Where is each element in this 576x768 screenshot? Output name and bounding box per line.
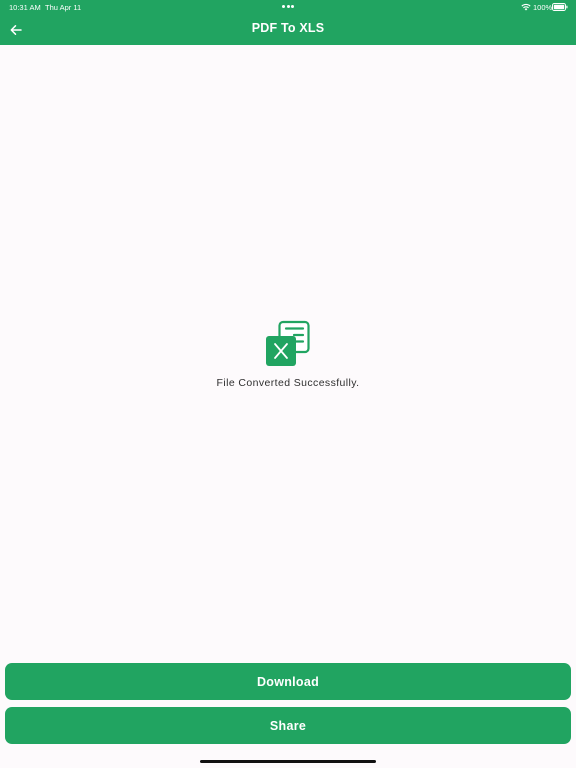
multitasking-dots-icon[interactable] [282, 5, 296, 9]
xls-file-icon [266, 320, 310, 366]
battery-icon [552, 3, 568, 11]
conversion-result: File Converted Successfully. [0, 320, 576, 389]
wifi-icon [521, 4, 531, 11]
home-indicator[interactable] [200, 760, 376, 763]
status-bar: 10:31 AM Thu Apr 11 100% [0, 0, 576, 14]
app-header: 10:31 AM Thu Apr 11 100% PDF To XLS [0, 0, 576, 45]
battery-percentage: 100% [533, 3, 553, 12]
screen: 10:31 AM Thu Apr 11 100% PDF To XLS File… [0, 0, 576, 768]
success-message: File Converted Successfully. [216, 377, 360, 389]
share-button[interactable]: Share [5, 707, 571, 744]
status-time: 10:31 AM [9, 3, 41, 12]
download-button[interactable]: Download [5, 663, 571, 700]
page-title: PDF To XLS [251, 21, 325, 35]
status-date: Thu Apr 11 [45, 3, 82, 12]
